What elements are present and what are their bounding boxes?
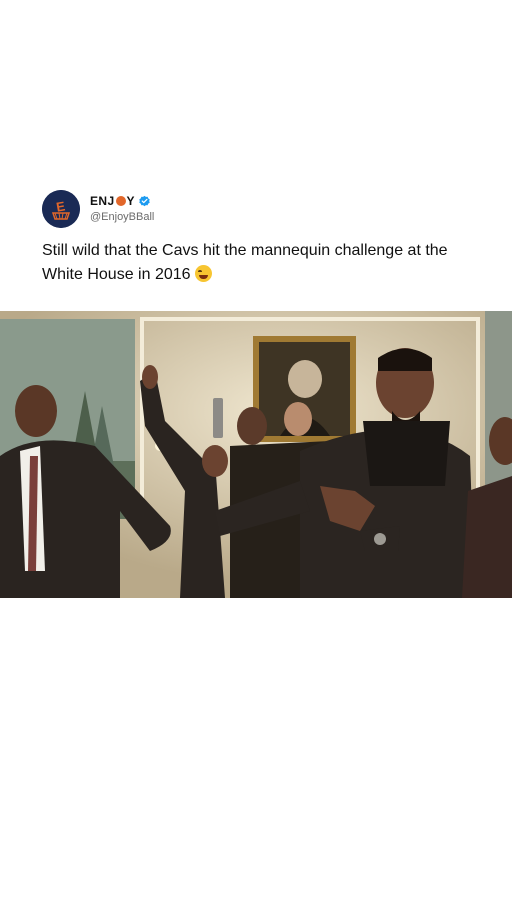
- verified-badge-icon: [139, 195, 150, 206]
- tweet-header: E ENJ Y @EnjoyBBall: [42, 190, 482, 230]
- photo-illustration: [0, 311, 512, 598]
- name-row: ENJ Y: [90, 193, 151, 209]
- avatar[interactable]: E: [42, 190, 80, 228]
- tweet-text: Still wild that the Cavs hit the mannequ…: [42, 239, 482, 287]
- display-name[interactable]: ENJ Y: [90, 194, 135, 208]
- media-photo[interactable]: [0, 311, 512, 598]
- tweet-text-body: Still wild that the Cavs hit the mannequ…: [42, 242, 448, 283]
- user-handle[interactable]: @EnjoyBBall: [90, 211, 154, 223]
- basketball-icon: [115, 196, 126, 206]
- grinning-sweat-emoji-icon: [194, 265, 212, 282]
